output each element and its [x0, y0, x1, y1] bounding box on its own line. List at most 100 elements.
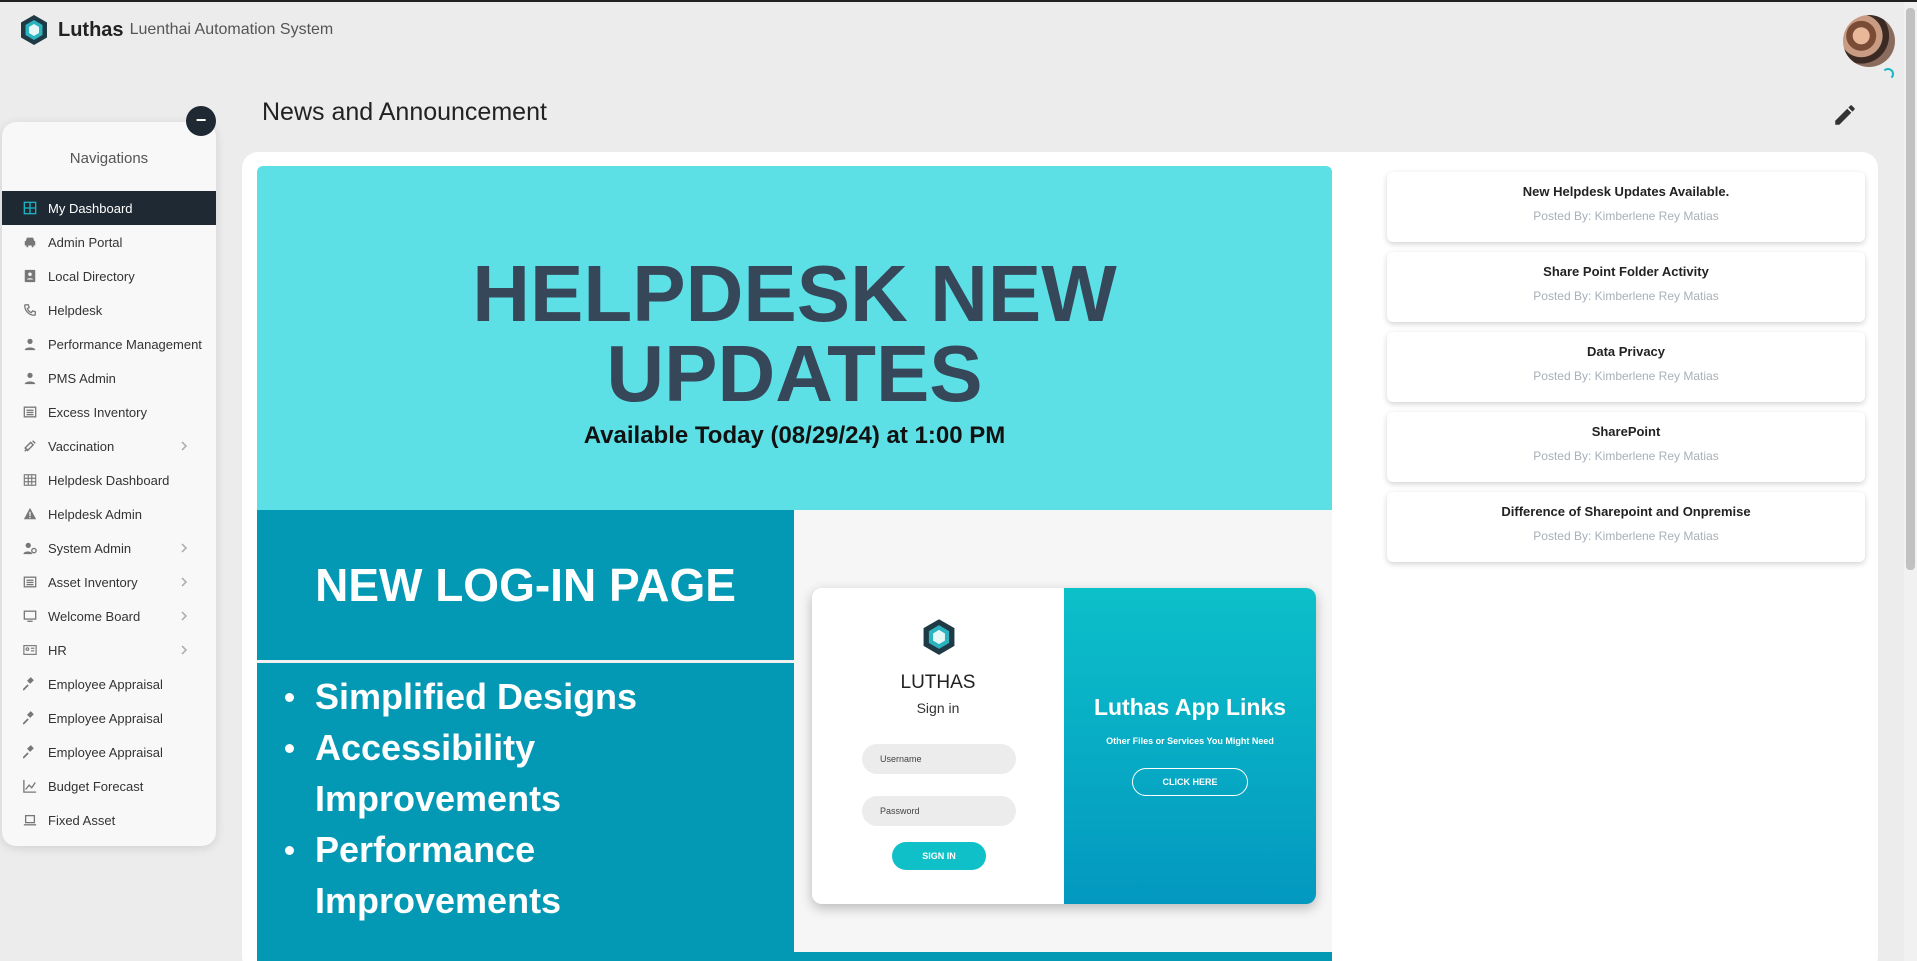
- dashboard-icon: [22, 200, 38, 216]
- gavel-icon: [22, 744, 38, 760]
- sidebar-item-helpdesk[interactable]: Helpdesk: [2, 293, 216, 327]
- announcement-posted-by: Posted By: Kimberlene Rey Matias: [1533, 369, 1719, 383]
- banner-subheadline: Available Today (08/29/24) at 1:00 PM: [583, 422, 1006, 449]
- chevron-right-icon: [178, 576, 190, 588]
- phone-icon: [22, 302, 38, 318]
- sidebar-item-pms-admin[interactable]: PMS Admin: [2, 361, 216, 395]
- sidebar-item-system-admin[interactable]: System Admin: [2, 531, 216, 565]
- user-cog-icon: [22, 540, 38, 556]
- top-bar: Luthas Luenthai Automation System: [0, 2, 1917, 80]
- brand[interactable]: Luthas Luenthai Automation System: [18, 14, 333, 46]
- mockup-luthas-logo-icon: [923, 619, 955, 655]
- announcement-card[interactable]: Share Point Folder Activity Posted By: Ki…: [1387, 252, 1865, 322]
- laptop-icon: [22, 812, 38, 828]
- announcement-title: SharePoint: [1591, 424, 1661, 439]
- mockup-signin-panel: LUTHAS Sign in Username Password SIGN IN: [812, 588, 1064, 904]
- sidebar-collapse-button[interactable]: −: [186, 106, 216, 136]
- sidebar-item-label: Budget Forecast: [48, 778, 144, 794]
- announcement-card[interactable]: New Helpdesk Updates Available. Posted By…: [1387, 172, 1865, 242]
- sidebar-item-helpdesk-dashboard[interactable]: Helpdesk Dashboard: [2, 463, 216, 497]
- banner-headline-line2: UPDATES: [606, 329, 983, 418]
- sidebar-item-employee-appraisal[interactable]: Employee Appraisal: [2, 667, 216, 701]
- list-icon: [22, 574, 38, 590]
- sidebar-item-employee-appraisal[interactable]: Employee Appraisal: [2, 701, 216, 735]
- sidebar-item-label: Admin Portal: [48, 234, 123, 250]
- list-icon: [22, 404, 38, 420]
- sidebar-item-label: Helpdesk Dashboard: [48, 472, 170, 488]
- user-avatar[interactable]: [1843, 15, 1895, 67]
- sidebar-item-label: My Dashboard: [48, 200, 133, 216]
- brand-name: Luthas: [58, 18, 124, 41]
- mockup-app-links-panel: Luthas App Links Other Files or Services…: [1064, 588, 1316, 904]
- mockup-click-here-button: CLICK HERE: [1132, 768, 1248, 796]
- sidebar-item-label: Helpdesk Admin: [48, 506, 142, 522]
- announcement-posted-by: Posted By: Kimberlene Rey Matias: [1533, 449, 1719, 463]
- sidebar-item-label: Asset Inventory: [48, 574, 138, 590]
- user-icon: [22, 336, 38, 352]
- page-title: News and Announcement: [262, 98, 547, 126]
- mockup-app-links-subtitle: Other Files or Services You Might Need: [1106, 736, 1274, 746]
- page-scrollbar[interactable]: [1904, 2, 1917, 961]
- sidebar-item-label: Employee Appraisal: [48, 710, 163, 726]
- mockup-username-field: Username: [862, 744, 1016, 774]
- sidebar-item-welcome-board[interactable]: Welcome Board: [2, 599, 216, 633]
- mockup-password-field: Password: [862, 796, 1016, 826]
- sidebar-item-label: Performance Management: [48, 336, 202, 352]
- sidebar-item-label: Local Directory: [48, 268, 135, 284]
- sidebar-item-label: Vaccination: [48, 438, 115, 454]
- luthas-logo-icon: [21, 15, 47, 45]
- announcement-title: Difference of Sharepoint and Onpremise: [1501, 504, 1751, 519]
- sidebar-item-hr[interactable]: HR: [2, 633, 216, 667]
- banner-login-title: NEW LOG-IN PAGE: [315, 559, 736, 611]
- announcement-title: Data Privacy: [1586, 344, 1666, 359]
- sidebar-item-employee-appraisal[interactable]: Employee Appraisal: [2, 735, 216, 769]
- warning-icon: [22, 506, 38, 522]
- announcement-card[interactable]: Data Privacy Posted By: Kimberlene Rey Ma…: [1387, 332, 1865, 402]
- id-card-icon: [22, 642, 38, 658]
- mockup-app-links-title: Luthas App Links: [1093, 694, 1287, 720]
- sidebar-item-my-dashboard[interactable]: My Dashboard: [2, 191, 216, 225]
- sidebar-item-excess-inventory[interactable]: Excess Inventory: [2, 395, 216, 429]
- edit-pencil-icon[interactable]: [1832, 102, 1858, 128]
- announcement-title: New Helpdesk Updates Available.: [1522, 184, 1730, 199]
- sidebar-item-label: Employee Appraisal: [48, 744, 163, 760]
- sidebar-item-performance-management[interactable]: Performance Management: [2, 327, 216, 361]
- car-icon: [22, 234, 38, 250]
- sidebar-item-label: Employee Appraisal: [48, 676, 163, 692]
- user-icon: [22, 370, 38, 386]
- scrollbar-thumb[interactable]: [1906, 8, 1915, 570]
- sidebar-item-asset-inventory[interactable]: Asset Inventory: [2, 565, 216, 599]
- announcement-card[interactable]: SharePoint Posted By: Kimberlene Rey Mati…: [1387, 412, 1865, 482]
- sidebar-item-label: Helpdesk: [48, 302, 103, 318]
- sidebar-item-fixed-asset[interactable]: Fixed Asset: [2, 803, 216, 837]
- sidebar-item-admin-portal[interactable]: Admin Portal: [2, 225, 216, 259]
- login-page-mockup: LUTHAS Sign in Username Password SIGN IN…: [812, 588, 1316, 904]
- loading-spinner-icon: [1882, 68, 1894, 80]
- table-icon: [22, 472, 38, 488]
- sidebar-item-label: HR: [48, 642, 67, 658]
- announcement-banner-image[interactable]: HELPDESK NEW UPDATES Available Today (08…: [257, 166, 1332, 961]
- banner-bullet-list: Simplified Designs Accessibility Improve…: [285, 671, 705, 926]
- sidebar-item-label: Welcome Board: [48, 608, 141, 624]
- sidebar-nav-list: My Dashboard Admin Portal Local Directory H…: [2, 191, 216, 837]
- sidebar-item-label: PMS Admin: [48, 370, 116, 386]
- sidebar: Navigations My Dashboard Admin Portal Loca…: [2, 122, 216, 846]
- sidebar-item-label: Excess Inventory: [48, 404, 147, 420]
- mockup-signin-button: SIGN IN: [892, 842, 986, 870]
- sidebar-item-label: Fixed Asset: [48, 812, 116, 828]
- sidebar-item-budget-forecast[interactable]: Budget Forecast: [2, 769, 216, 803]
- sidebar-item-local-directory[interactable]: Local Directory: [2, 259, 216, 293]
- announcement-posted-by: Posted By: Kimberlene Rey Matias: [1533, 529, 1719, 543]
- banner-bullet: Simplified Designs: [285, 671, 705, 722]
- chevron-right-icon: [178, 440, 190, 452]
- chevron-right-icon: [178, 644, 190, 656]
- announcement-card[interactable]: Difference of Sharepoint and Onpremise Po…: [1387, 492, 1865, 562]
- mockup-signin-label: Sign in: [916, 700, 960, 716]
- sidebar-item-vaccination[interactable]: Vaccination: [2, 429, 216, 463]
- gavel-icon: [22, 676, 38, 692]
- banner-bullets-section: Simplified Designs Accessibility Improve…: [257, 663, 794, 961]
- gavel-icon: [22, 710, 38, 726]
- chevron-right-icon: [178, 542, 190, 554]
- sidebar-item-helpdesk-admin[interactable]: Helpdesk Admin: [2, 497, 216, 531]
- banner-headline-line1: HELPDESK NEW: [472, 249, 1117, 338]
